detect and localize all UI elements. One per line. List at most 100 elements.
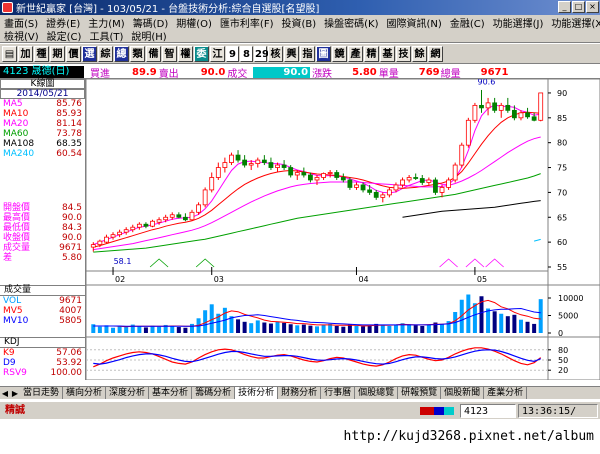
toolbar-button-5[interactable]: 選 (82, 45, 97, 62)
buy-value: 89.9 (132, 66, 157, 78)
volume-bar (288, 324, 293, 333)
candle-body (452, 164, 458, 181)
toolbar-button-9[interactable]: 備 (146, 45, 161, 62)
candle-body (347, 179, 353, 188)
toolbar-button-1[interactable]: 加 (18, 45, 33, 62)
candle-body (169, 214, 175, 218)
toolbar-button-3[interactable]: 期 (50, 45, 65, 62)
tab-bar: ◀ ▶ 當日走勢 橫向分析 深度分析 基本分析 籌碼分析 技術分析 財務分析 行事曆 個股總覽 研報預… (0, 386, 600, 399)
volume-bar (176, 327, 181, 333)
volume-bar (334, 326, 339, 333)
toolbar-button-4[interactable]: 價 (66, 45, 81, 62)
candle-body (360, 184, 366, 191)
vol-y-tick-label: 5000 (558, 312, 578, 321)
toolbar-button-12[interactable]: 委 (194, 45, 209, 62)
ohlc-row: 差 5.80 (0, 253, 85, 263)
tab-2[interactable]: 深度分析 (106, 387, 150, 399)
tab-0[interactable]: 當日走勢 (20, 387, 64, 399)
toolbar-button-17[interactable]: 核 (268, 45, 283, 62)
trade-label: 成交 (227, 68, 248, 80)
volume-bar (249, 323, 254, 333)
tab-9[interactable]: 研報預覽 (398, 387, 442, 399)
menu2-item-0[interactable]: 檢視(V) (0, 28, 43, 43)
toolbar-button-7[interactable]: 總 (114, 45, 129, 62)
toolbar-button-18[interactable]: 興 (284, 45, 299, 62)
toolbar-button-14[interactable]: 9 (226, 45, 239, 62)
kline-date: 2014/05/21 (0, 89, 85, 99)
watermark-url: http://kujd3268.pixnet.net/album (0, 420, 600, 450)
menu-item-5[interactable]: 匯市利率(F) (216, 15, 278, 30)
candle-body (123, 229, 129, 233)
menu-item-9[interactable]: 金融(C) (446, 15, 489, 30)
tab-next-icon[interactable]: ▶ (10, 388, 20, 399)
menu2-item-3[interactable]: 說明(H) (127, 28, 170, 43)
volume-bar (426, 324, 431, 333)
toolbar-button-21[interactable]: 鏡 (332, 45, 347, 62)
kd-list: K9 57.06 D9 53.92 RSV9 100.00 (0, 348, 85, 378)
menu2-item-2[interactable]: 工具(T) (85, 28, 127, 43)
y-tick-label: 60 (557, 238, 567, 247)
menu-item-10[interactable]: 功能選擇(J) (489, 15, 548, 30)
volume-bar (440, 323, 445, 333)
toolbar-button-24[interactable]: 基 (380, 45, 395, 62)
ohlc-row: 收盤價 90.0 (0, 233, 85, 243)
volume-value: 4007 (59, 306, 82, 316)
tab-8[interactable]: 個股總覽 (355, 387, 399, 399)
candle-body (281, 164, 287, 168)
volume-bar (367, 325, 372, 333)
candle-body (439, 187, 445, 193)
toolbar-button-27[interactable]: 網 (428, 45, 443, 62)
toolbar-button-10[interactable]: 智 (162, 45, 177, 62)
unit-volume-value: 769 (418, 66, 440, 78)
toolbar-button-26[interactable]: 餘 (412, 45, 427, 62)
toolbar-button-2[interactable]: 種 (34, 45, 49, 62)
candle-body (419, 178, 425, 183)
candle-body (275, 164, 280, 168)
menu-item-7[interactable]: 操盤密碼(K) (320, 15, 382, 30)
menu-item-11[interactable]: 功能選擇(X) (547, 15, 600, 30)
volume-bar (268, 323, 273, 333)
ma-label: MA60 (3, 129, 29, 139)
tab-7[interactable]: 行事曆 (321, 387, 356, 399)
toolbar-button-13[interactable]: 江 (210, 45, 225, 62)
candle-body (511, 109, 517, 119)
menu2-item-1[interactable]: 設定(C) (43, 28, 86, 43)
ohlc-row: 開盤價 84.5 (0, 203, 85, 213)
tab-1[interactable]: 橫向分析 (63, 387, 107, 399)
tab-3[interactable]: 基本分析 (149, 387, 193, 399)
menu-item-6[interactable]: 投資(B) (277, 15, 320, 30)
stock-code-name[interactable]: 4123 晟德(日) (0, 66, 84, 78)
volume-row: MV10 5805 (0, 316, 85, 326)
toolbar-button-19[interactable]: 指 (300, 45, 315, 62)
toolbar-button-20[interactable]: 圖 (316, 45, 331, 62)
technical-chart[interactable]: 908580757065605502 03 04 0590.658.110000500… (86, 79, 600, 380)
tab-prev-icon[interactable]: ◀ (0, 388, 10, 399)
tab-5[interactable]: 技術分析 (235, 387, 279, 399)
toolbar-button-16[interactable]: 29 (254, 45, 269, 62)
menu-item-4[interactable]: 期權(O) (172, 15, 216, 30)
toolbar-button-15[interactable]: 8 (240, 45, 253, 62)
maximize-button[interactable]: □ (572, 1, 585, 13)
toolbar-button-11[interactable]: 權 (178, 45, 193, 62)
volume-bar (466, 294, 471, 333)
menu-item-8[interactable]: 國際資訊(N) (383, 15, 446, 30)
toolbar-button-8[interactable]: 類 (130, 45, 145, 62)
toolbar-button-23[interactable]: 精 (364, 45, 379, 62)
toolbar-button-0[interactable]: ▤ (2, 45, 17, 62)
tab-6[interactable]: 財務分析 (278, 387, 322, 399)
status-code[interactable]: 4123 (460, 403, 516, 418)
kd-row: RSV9 100.00 (0, 368, 85, 378)
tab-11[interactable]: 產業分析 (484, 387, 528, 399)
toolbar-button-25[interactable]: 技 (396, 45, 411, 62)
toolbar-button-6[interactable]: 綜 (98, 45, 113, 62)
toolbar-button-22[interactable]: 產 (348, 45, 363, 62)
y-tick-label: 70 (557, 188, 567, 197)
minimize-button[interactable]: _ (558, 1, 571, 13)
candle-body (340, 177, 346, 181)
ohlc-label: 差 (3, 253, 13, 263)
tab-10[interactable]: 個股新聞 (441, 387, 485, 399)
tab-4[interactable]: 籌碼分析 (192, 387, 236, 399)
candle-body (314, 177, 320, 181)
close-button[interactable]: × (586, 1, 599, 13)
candle-body (400, 179, 405, 186)
